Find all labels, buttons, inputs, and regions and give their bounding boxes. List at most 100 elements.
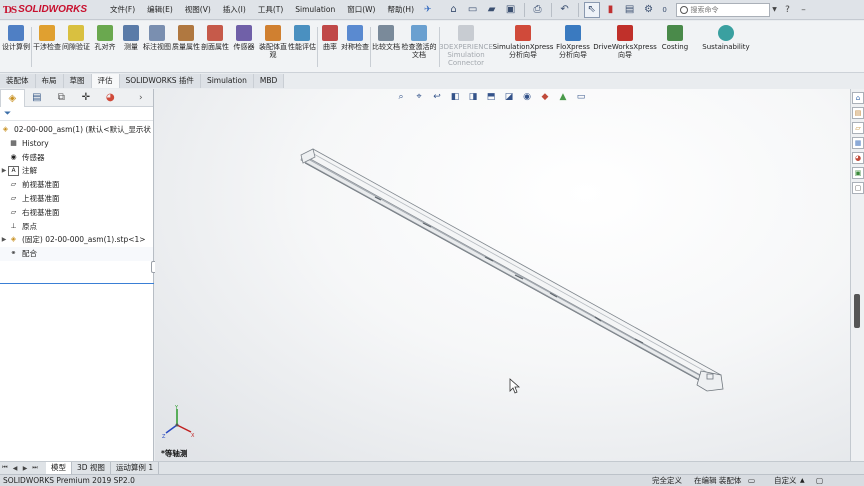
- display-manager-tab-icon[interactable]: ◕: [98, 89, 122, 107]
- floxpress-icon: [565, 25, 581, 41]
- tree-item-mates[interactable]: ⚭ 配合: [0, 247, 153, 261]
- menu-view[interactable]: 视图(V): [179, 0, 217, 20]
- design-library-icon[interactable]: ▤: [852, 107, 864, 119]
- dimxpert-manager-tab-icon[interactable]: ✛: [74, 89, 98, 107]
- 3dexperience-simulation-connector-button[interactable]: 3DEXPERIENCE Simulation Connector: [439, 25, 493, 67]
- tree-item-sensors[interactable]: ◉ 传感器: [0, 151, 153, 165]
- hole-alignment-button[interactable]: 孔对齐: [91, 25, 119, 51]
- rebuild-status-icon[interactable]: ▢: [816, 475, 823, 486]
- tree-item-right-plane[interactable]: ▱ 右视基准面: [0, 206, 153, 220]
- solidworks-logo[interactable]: ƊS SOLIDWORKS: [0, 0, 104, 20]
- menu-help[interactable]: 帮助(H): [382, 0, 421, 20]
- save-icon[interactable]: ▣: [503, 2, 519, 18]
- print-icon[interactable]: ⎙: [530, 2, 546, 18]
- traffic-light-icon[interactable]: ▮: [603, 2, 619, 18]
- file-explorer-icon[interactable]: ▱: [852, 122, 864, 134]
- configuration-manager-tab-icon[interactable]: ⧉: [49, 89, 73, 107]
- interference-check-button[interactable]: 干涉检查: [33, 25, 61, 51]
- custom-properties-icon[interactable]: ▣: [852, 167, 864, 179]
- open-folder-icon[interactable]: ▰: [484, 2, 500, 18]
- floxpress-button[interactable]: FloXpress 分析向导: [554, 25, 592, 59]
- measure-button[interactable]: 测量: [119, 25, 143, 51]
- tree-item-front-plane[interactable]: ▱ 前视基准面: [0, 178, 153, 192]
- minimize-icon[interactable]: –: [796, 2, 812, 18]
- options-gear-icon[interactable]: ⚙: [641, 2, 657, 18]
- filter-funnel-icon[interactable]: ⏷: [4, 109, 11, 119]
- tab-sketch[interactable]: 草图: [63, 74, 92, 88]
- panel-tabs-more-icon[interactable]: ›: [129, 89, 153, 107]
- menu-insert[interactable]: 插入(I): [217, 0, 252, 20]
- driveworksxpress-button[interactable]: DriveWorksXpress 向导: [593, 25, 657, 59]
- costing-button[interactable]: Costing: [657, 25, 693, 51]
- menu-simulation[interactable]: Simulation: [289, 0, 341, 20]
- graphics-area[interactable]: ⌕ ⌖ ↩ ◧ ◨ ⬒ ◪ ◉ ◆ ▲ ▭ Y X Z *等轴测: [155, 89, 850, 461]
- ds-logo-icon: ƊS: [3, 3, 17, 16]
- task-pane-grip[interactable]: [854, 294, 860, 328]
- tree-root-assembly[interactable]: ◈ 02-00-000_asm(1) (默认<默认_显示状: [0, 123, 153, 137]
- select-icon[interactable]: ⇖: [583, 1, 600, 18]
- pin-menu-icon[interactable]: ✈: [420, 5, 436, 15]
- expand-arrow-icon[interactable]: ▶: [0, 233, 8, 247]
- clearance-verification-button[interactable]: 间隙验证: [62, 25, 90, 51]
- first-tab-icon[interactable]: ⏮: [0, 464, 10, 472]
- search-commands-input[interactable]: 搜索命令: [675, 2, 770, 17]
- tree-item-fixed-part[interactable]: ▶ ◈ (固定) 02-00-000_asm(1).stp<1>: [0, 233, 153, 247]
- tab-3d-views[interactable]: 3D 视图: [72, 462, 111, 474]
- assembly-model[interactable]: [155, 89, 850, 461]
- menu-window[interactable]: 窗口(W): [341, 0, 381, 20]
- assemblyxpert-button[interactable]: 装配体直观: [259, 25, 287, 59]
- units-dropdown-icon[interactable]: ▲: [800, 475, 805, 486]
- interference-check-label: 干涉检查: [33, 43, 61, 51]
- expand-arrow-icon[interactable]: ▶: [0, 164, 8, 178]
- appearances-scenes-icon[interactable]: ◕: [852, 152, 864, 164]
- help-question-icon[interactable]: ?: [780, 2, 796, 18]
- menu-edit[interactable]: 编辑(E): [141, 0, 179, 20]
- menu-file[interactable]: 文件(F): [104, 0, 141, 20]
- tab-layout[interactable]: 布局: [35, 74, 64, 88]
- tab-evaluate[interactable]: 评估: [91, 74, 120, 88]
- view-palette-icon[interactable]: ▦: [852, 137, 864, 149]
- command-tabs: 装配体 布局 草图 评估 SOLIDWORKS 插件 Simulation MB…: [0, 74, 300, 88]
- tree-item-annotations[interactable]: ▶ A 注解: [0, 164, 153, 178]
- design-study-button[interactable]: 设计算例: [2, 25, 30, 51]
- search-dropdown-icon[interactable]: ▼: [770, 2, 780, 18]
- units-status-icon[interactable]: ▭: [748, 475, 755, 486]
- previous-tab-icon[interactable]: ◀: [10, 465, 20, 472]
- 3dexperience-label: 3DEXPERIENCE Simulation Connector: [439, 43, 493, 67]
- solidworks-forum-icon[interactable]: ▢: [852, 182, 864, 194]
- tab-assembly[interactable]: 装配体: [0, 74, 36, 88]
- compare-documents-button[interactable]: 比较文档: [372, 25, 400, 51]
- tree-item-history[interactable]: ▦ History: [0, 137, 153, 151]
- markup-view-button[interactable]: 标注视图: [143, 25, 171, 51]
- mass-properties-button[interactable]: 质量属性: [172, 25, 200, 51]
- undo-icon[interactable]: ↶: [557, 2, 573, 18]
- next-tab-icon[interactable]: ▶: [20, 465, 30, 472]
- home-icon[interactable]: ⌂: [446, 2, 462, 18]
- last-tab-icon[interactable]: ⏭: [30, 464, 40, 472]
- property-manager-tab-icon[interactable]: ▤: [25, 89, 49, 107]
- sensor-button[interactable]: 传感器: [229, 25, 259, 51]
- section-properties-button[interactable]: 剖面属性: [201, 25, 229, 51]
- simulationxpress-button[interactable]: SimulationXpress 分析向导: [493, 25, 553, 59]
- tab-model[interactable]: 模型: [46, 462, 72, 474]
- tab-mbd[interactable]: MBD: [253, 74, 285, 88]
- section-properties-label: 剖面属性: [201, 43, 229, 51]
- solidworks-resources-icon[interactable]: ⌂: [852, 92, 864, 104]
- tab-solidworks-addins[interactable]: SOLIDWORKS 插件: [119, 74, 201, 88]
- rebuild-icon[interactable]: ▤: [622, 2, 638, 18]
- feature-manager-tab-icon[interactable]: ◈: [0, 88, 25, 107]
- new-document-icon[interactable]: ▭: [465, 2, 481, 18]
- tab-simulation[interactable]: Simulation: [200, 74, 254, 88]
- plane-icon: ▱: [10, 180, 17, 189]
- tree-item-top-plane[interactable]: ▱ 上视基准面: [0, 192, 153, 206]
- custom-units[interactable]: 自定义: [774, 475, 797, 486]
- performance-evaluation-label: 性能评估: [288, 43, 316, 51]
- check-active-document-button[interactable]: 检查激活的文档: [401, 25, 437, 59]
- performance-evaluation-button[interactable]: 性能评估: [288, 25, 316, 51]
- menu-tools[interactable]: 工具(T): [252, 0, 289, 20]
- symmetry-check-button[interactable]: 对称检查: [341, 25, 369, 51]
- sustainability-button[interactable]: Sustainability: [698, 25, 754, 51]
- tab-motion-study-1[interactable]: 运动算例 1: [111, 462, 160, 474]
- curvature-button[interactable]: 曲率: [319, 25, 341, 51]
- tree-item-origin[interactable]: ⊥ 原点: [0, 220, 153, 234]
